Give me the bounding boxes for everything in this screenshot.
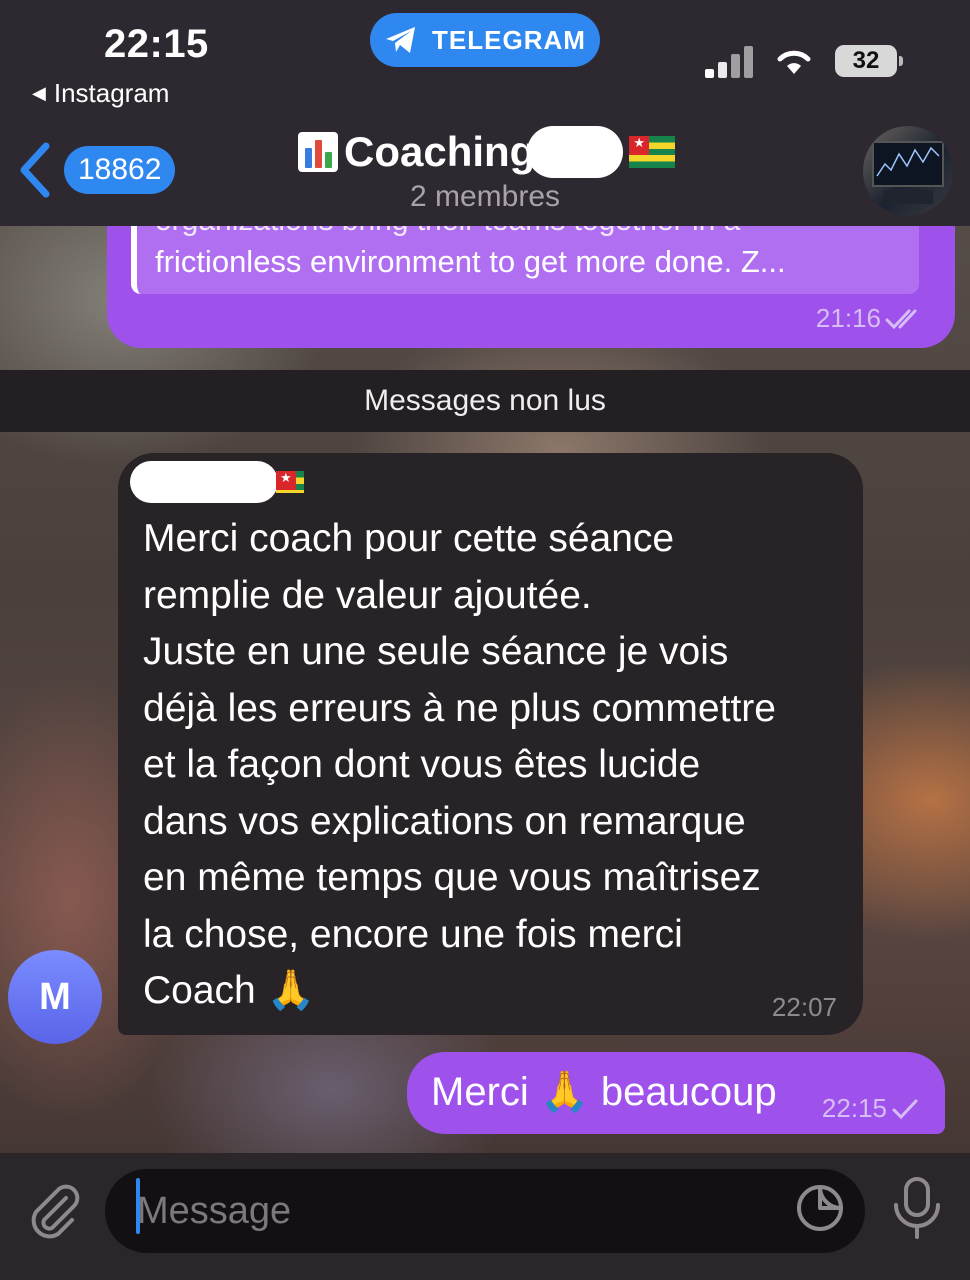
unread-messages-divider: Messages non lus <box>0 370 970 432</box>
double-check-icon <box>885 309 917 329</box>
message-meta: 22:15 <box>822 1093 919 1124</box>
status-time: 22:15 <box>104 22 209 66</box>
chat-title[interactable]: Coaching <box>298 126 676 178</box>
back-triangle-icon: ◀ <box>32 83 46 103</box>
back-app-label: Instagram <box>53 78 170 108</box>
chat-title-text: Coaching <box>344 128 536 175</box>
single-check-icon <box>892 1099 918 1119</box>
message-meta: 21:16 <box>816 303 925 334</box>
group-avatar[interactable] <box>863 126 953 216</box>
battery-icon: 32 <box>835 45 903 77</box>
member-count: 2 membres <box>409 180 561 213</box>
message-word: Merci <box>431 1070 529 1114</box>
cellular-signal-icon <box>705 44 753 78</box>
togo-flag-icon <box>629 136 676 168</box>
message-word: beaucoup <box>600 1070 777 1114</box>
message-time: 22:07 <box>771 992 837 1022</box>
outgoing-message-bubble[interactable]: organizations bring their teams together… <box>107 226 955 348</box>
message-input[interactable] <box>105 1169 865 1253</box>
sticker-icon[interactable] <box>795 1183 845 1233</box>
text-cursor <box>136 1178 140 1234</box>
chart-screen-thumbnail-icon <box>872 141 944 204</box>
message-time: 22:15 <box>821 1093 887 1123</box>
telegram-plane-icon <box>386 27 416 53</box>
link-preview[interactable]: organizations bring their teams together… <box>131 226 919 294</box>
bar-chart-icon <box>298 132 338 172</box>
message-text: Merci coach pour cette séance remplie de… <box>143 511 843 1020</box>
wifi-icon <box>777 50 811 74</box>
message-time: 21:16 <box>815 303 881 333</box>
link-preview-cutoff-line: organizations bring their teams together… <box>155 226 740 238</box>
app-indicator-pill[interactable]: TELEGRAM <box>370 13 600 67</box>
app-pill-label: TELEGRAM <box>432 24 586 55</box>
paperclip-icon[interactable] <box>22 1178 86 1242</box>
redaction-mark <box>130 461 278 503</box>
top-bar: 22:15 ◀ Instagram TELEGRAM 32 18862 Coac… <box>0 0 970 226</box>
pray-emoji: 🙏 <box>266 969 316 1012</box>
message-body: Merci coach pour cette séance remplie de… <box>143 517 776 1012</box>
back-to-app-link[interactable]: ◀ Instagram <box>32 78 169 109</box>
togo-flag-icon <box>276 471 304 493</box>
link-preview-description: frictionless environment to get more don… <box>155 244 786 279</box>
message-text: Merci 🙏 beaucoup <box>431 1068 777 1115</box>
redaction-mark <box>527 126 624 178</box>
sender-name <box>130 461 304 503</box>
microphone-icon[interactable] <box>888 1175 946 1241</box>
pray-emoji: 🙏 <box>539 1070 590 1114</box>
incoming-message-bubble[interactable]: Merci coach pour cette séance remplie de… <box>118 453 863 1035</box>
outgoing-message-bubble[interactable]: Merci 🙏 beaucoup 22:15 <box>407 1052 945 1134</box>
status-icons: 32 <box>705 44 903 78</box>
sender-avatar[interactable]: M <box>8 950 102 1044</box>
